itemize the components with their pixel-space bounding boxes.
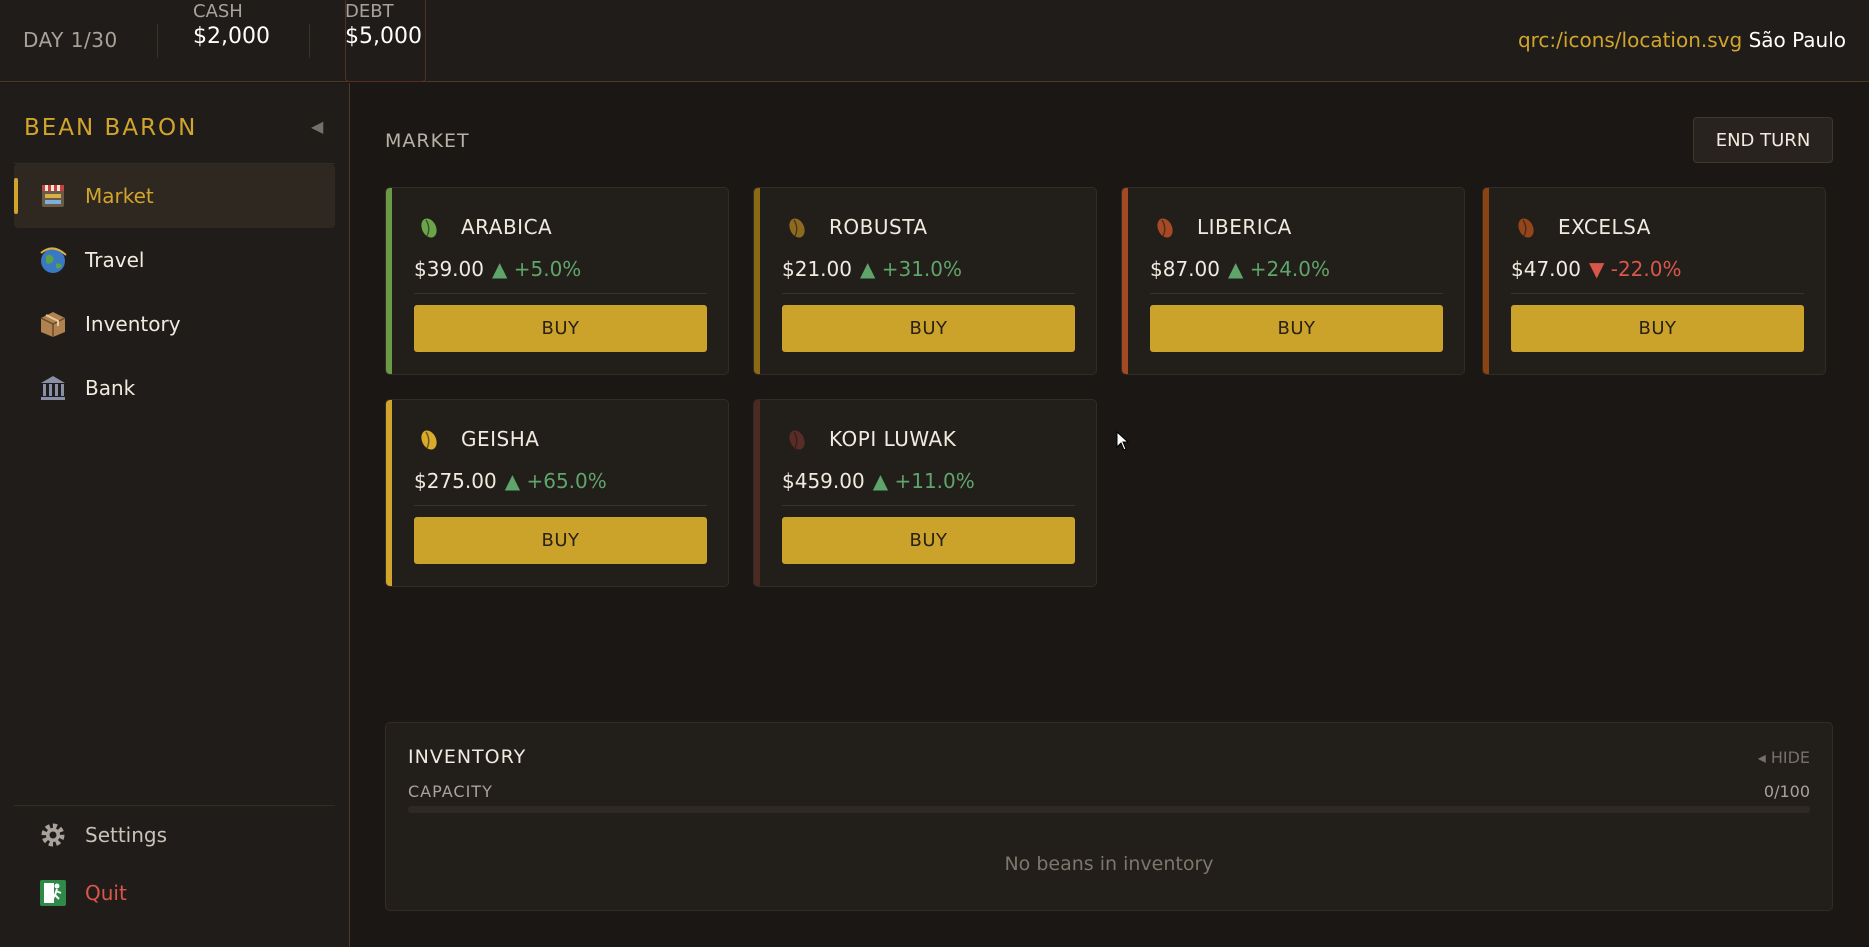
bean-card-robusta: ROBUSTA $21.00 ▲ +31.0% BUY — [753, 187, 1097, 375]
bean-price-row: $39.00 ▲ +5.0% — [414, 257, 581, 281]
bean-price-change: ▲ +31.0% — [859, 257, 963, 281]
bean-name: KOPI LUWAK — [829, 427, 957, 451]
sidebar-item-label: Inventory — [85, 312, 181, 336]
coffee-bean-icon — [421, 430, 437, 450]
buy-button[interactable]: BUY — [1511, 305, 1804, 352]
buy-button[interactable]: BUY — [782, 517, 1075, 564]
bean-price: $47.00 — [1511, 257, 1581, 281]
debt-label: DEBT — [345, 1, 394, 22]
bean-price-change: ▲ +5.0% — [491, 257, 582, 281]
bean-price: $39.00 — [414, 257, 484, 281]
bean-accent-stripe — [1483, 188, 1489, 374]
hide-inventory-button[interactable]: ◂ HIDE — [1758, 748, 1810, 767]
divider — [1511, 293, 1804, 294]
divider — [782, 505, 1075, 506]
divider — [782, 293, 1075, 294]
location-icon: qrc:/icons/location.svg — [1517, 28, 1743, 52]
sidebar-item-label: Travel — [85, 248, 145, 272]
bean-price: $459.00 — [782, 469, 865, 493]
capacity-value: 0/100 — [1763, 782, 1810, 801]
brand-title: BEAN BARON — [24, 115, 198, 141]
bean-accent-stripe — [386, 188, 392, 374]
bean-price-row: $459.00 ▲ +11.0% — [782, 469, 975, 493]
coffee-bean-icon — [789, 430, 805, 450]
inventory-title: INVENTORY — [408, 746, 527, 768]
sidebar-item-travel[interactable]: Travel — [14, 228, 335, 292]
bean-price: $21.00 — [782, 257, 852, 281]
bean-name: EXCELSA — [1558, 215, 1651, 239]
current-location: qrc:/icons/location.svg São Paulo — [1518, 28, 1846, 52]
location-city: São Paulo — [1748, 28, 1846, 52]
buy-button[interactable]: BUY — [414, 517, 707, 564]
capacity-label: CAPACITY — [408, 782, 493, 801]
inventory-panel: INVENTORY ◂ HIDE CAPACITY 0/100 No beans… — [385, 722, 1833, 911]
coffee-bean-icon — [421, 218, 437, 238]
bean-price-row: $87.00 ▲ +24.0% — [1150, 257, 1330, 281]
debt-value: $5,000 — [345, 24, 422, 49]
sidebar-item-label: Market — [85, 184, 154, 208]
bean-price-change: ▲ +11.0% — [872, 469, 975, 493]
top-bar: DAY 1/30 CASH $2,000 DEBT $5,000 qrc:/ic… — [0, 0, 1869, 82]
bean-price-change: ▲ +65.0% — [504, 469, 607, 493]
divider — [309, 24, 310, 58]
day-counter: DAY 1/30 — [23, 28, 118, 52]
active-indicator — [14, 178, 18, 214]
box-icon — [38, 309, 68, 339]
bean-card-excelsa: EXCELSA $47.00 ▼ -22.0% BUY — [1482, 187, 1826, 375]
settings-button[interactable]: Settings — [14, 803, 335, 867]
cash-label: CASH — [193, 1, 243, 22]
sidebar-item-bank[interactable]: Bank — [14, 356, 335, 420]
bean-accent-stripe — [386, 400, 392, 586]
sidebar-item-inventory[interactable]: Inventory — [14, 292, 335, 356]
collapse-sidebar-icon[interactable]: ◀ — [311, 117, 323, 136]
buy-button[interactable]: BUY — [782, 305, 1075, 352]
buy-button[interactable]: BUY — [1150, 305, 1443, 352]
mouse-cursor-icon — [1116, 431, 1130, 451]
bean-name: ROBUSTA — [829, 215, 928, 239]
market-icon — [38, 181, 68, 211]
end-turn-button[interactable]: END TURN — [1693, 117, 1833, 163]
sidebar: BEAN BARON ◀ Market Travel Inventory Ban… — [0, 83, 350, 947]
bean-price-row: $21.00 ▲ +31.0% — [782, 257, 962, 281]
coffee-bean-icon — [1518, 218, 1534, 238]
globe-icon — [38, 245, 68, 275]
bean-card-geisha: GEISHA $275.00 ▲ +65.0% BUY — [385, 399, 729, 587]
page-title: MARKET — [385, 130, 470, 152]
buy-button[interactable]: BUY — [414, 305, 707, 352]
sidebar-item-label: Bank — [85, 376, 136, 400]
bean-accent-stripe — [754, 188, 760, 374]
settings-label: Settings — [85, 823, 168, 847]
bean-accent-stripe — [754, 400, 760, 586]
bank-icon — [38, 373, 68, 403]
divider — [414, 505, 707, 506]
bean-name: GEISHA — [461, 427, 540, 451]
cash-value: $2,000 — [193, 24, 270, 49]
coffee-bean-icon — [789, 218, 805, 238]
divider — [414, 293, 707, 294]
divider — [157, 24, 158, 58]
bean-card-kopi-luwak: KOPI LUWAK $459.00 ▲ +11.0% BUY — [753, 399, 1097, 587]
sidebar-item-market[interactable]: Market — [14, 164, 335, 228]
bean-price: $275.00 — [414, 469, 497, 493]
empty-inventory-message: No beans in inventory — [1004, 853, 1214, 875]
bean-card-liberica: LIBERICA $87.00 ▲ +24.0% BUY — [1121, 187, 1465, 375]
bean-price-change: ▲ +24.0% — [1227, 257, 1331, 281]
coffee-bean-icon — [1157, 218, 1173, 238]
exit-icon — [38, 878, 68, 908]
divider — [1150, 293, 1443, 294]
bean-name: LIBERICA — [1197, 215, 1292, 239]
bean-price: $87.00 — [1150, 257, 1220, 281]
bean-card-arabica: ARABICA $39.00 ▲ +5.0% BUY — [385, 187, 729, 375]
bean-accent-stripe — [1122, 188, 1128, 374]
quit-button[interactable]: Quit — [14, 861, 335, 925]
gear-icon — [38, 820, 68, 850]
bean-name: ARABICA — [461, 215, 553, 239]
bean-price-change: ▼ -22.0% — [1588, 257, 1682, 281]
quit-label: Quit — [85, 881, 127, 905]
capacity-bar — [408, 806, 1810, 813]
bean-price-row: $275.00 ▲ +65.0% — [414, 469, 607, 493]
bean-price-row: $47.00 ▼ -22.0% — [1511, 257, 1681, 281]
